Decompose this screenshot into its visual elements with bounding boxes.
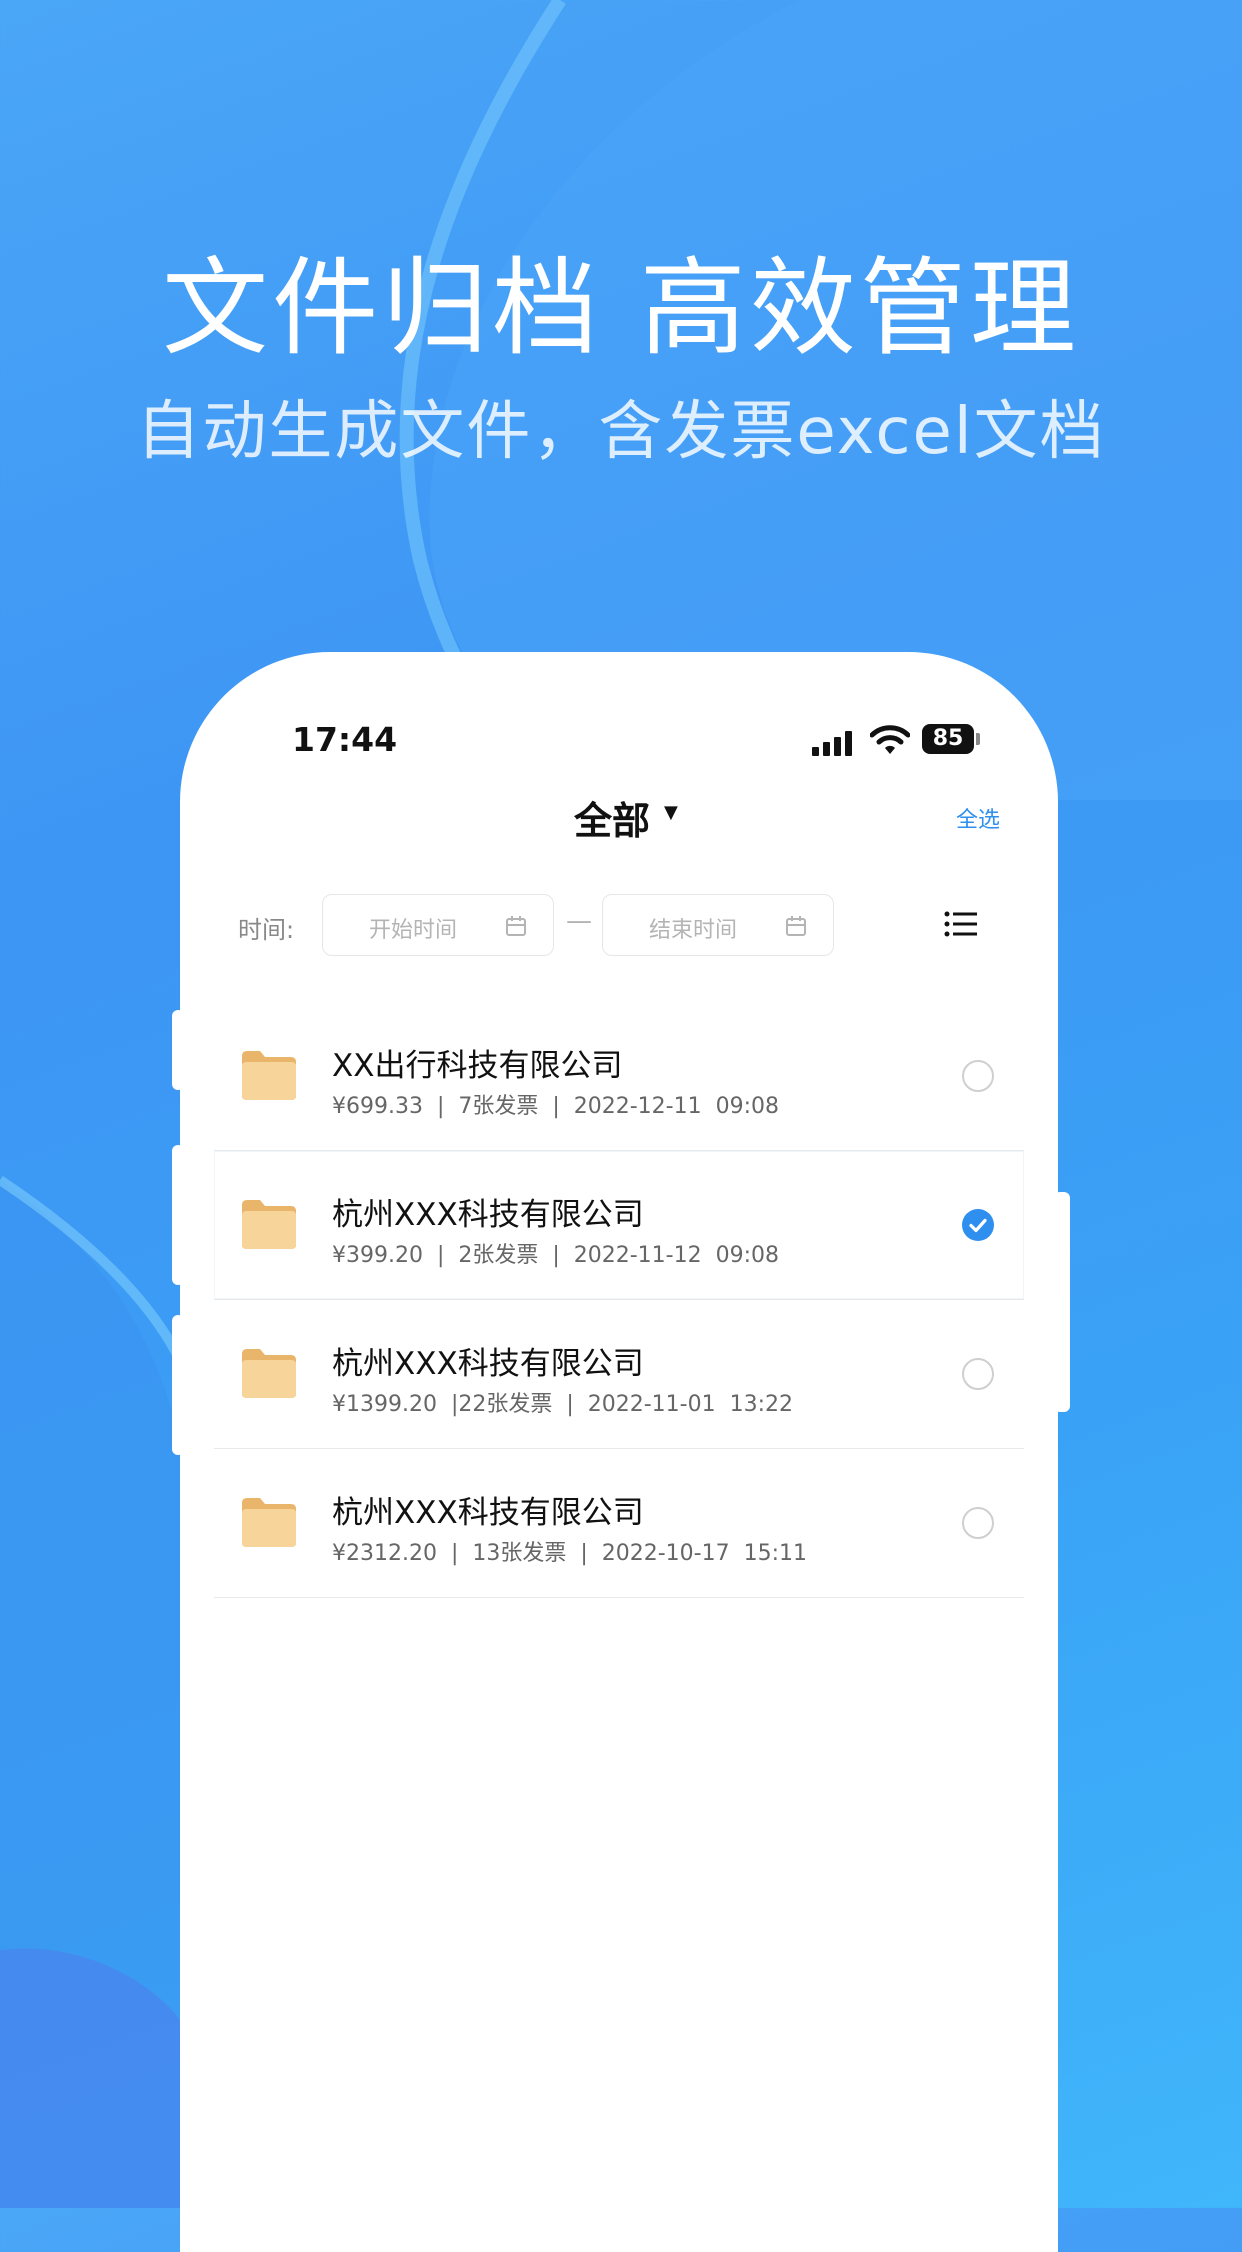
calendar-icon bbox=[786, 916, 806, 936]
select-radio-checked[interactable] bbox=[962, 1209, 994, 1241]
status-bar: 17:44 85 bbox=[180, 720, 1058, 768]
promo-headline: 文件归档 高效管理 bbox=[162, 247, 1080, 370]
file-list: XX出行科技有限公司 ¥699.33 | 7张发票 | 2022-12-11 0… bbox=[214, 1002, 1024, 1598]
wifi-icon bbox=[870, 725, 910, 754]
folder-icon bbox=[242, 1200, 296, 1249]
folder-icon bbox=[242, 1051, 296, 1100]
file-name: XX出行科技有限公司 bbox=[332, 1048, 623, 1084]
file-meta: ¥1399.20 |22张发票 | 2022-11-01 13:22 bbox=[332, 1392, 793, 1417]
file-row[interactable]: 杭州XXX科技有限公司 ¥399.20 | 2张发票 | 2022-11-12 … bbox=[214, 1151, 1024, 1300]
caret-down-icon[interactable]: ▼ bbox=[664, 802, 678, 823]
file-meta: ¥399.20 | 2张发票 | 2022-11-12 09:08 bbox=[332, 1243, 779, 1268]
battery-icon: 85 bbox=[922, 724, 974, 754]
select-radio[interactable] bbox=[962, 1358, 994, 1390]
status-time: 17:44 bbox=[292, 720, 398, 759]
file-name: 杭州XXX科技有限公司 bbox=[332, 1197, 644, 1233]
file-row[interactable]: XX出行科技有限公司 ¥699.33 | 7张发票 | 2022-12-11 0… bbox=[214, 1002, 1024, 1151]
end-date-placeholder: 结束时间 bbox=[649, 918, 738, 943]
phone-screen: 17:44 85 全部 ▼ 全选 时间: 开始时间 — 结束时间 XX出行科技有… bbox=[180, 652, 1058, 2252]
calendar-icon bbox=[506, 916, 526, 936]
start-date-input[interactable]: 开始时间 bbox=[322, 894, 554, 956]
file-name: 杭州XXX科技有限公司 bbox=[332, 1495, 644, 1531]
time-filter: 时间: 开始时间 — 结束时间 bbox=[180, 892, 1058, 962]
cellular-signal-icon bbox=[812, 730, 856, 756]
file-row[interactable]: 杭州XXX科技有限公司 ¥1399.20 |22张发票 | 2022-11-01… bbox=[214, 1300, 1024, 1449]
folder-icon bbox=[242, 1349, 296, 1398]
promo-subheadline: 自动生成文件，含发票excel文档 bbox=[136, 395, 1106, 469]
time-filter-label: 时间: bbox=[238, 916, 295, 944]
file-row[interactable]: 杭州XXX科技有限公司 ¥2312.20 | 13张发票 | 2022-10-1… bbox=[214, 1449, 1024, 1598]
end-date-input[interactable]: 结束时间 bbox=[602, 894, 834, 956]
select-radio[interactable] bbox=[962, 1507, 994, 1539]
date-range-separator: — bbox=[566, 906, 592, 936]
file-meta: ¥699.33 | 7张发票 | 2022-12-11 09:08 bbox=[332, 1094, 779, 1119]
navigation-bar: 全部 ▼ 全选 bbox=[180, 782, 1058, 852]
select-radio[interactable] bbox=[962, 1060, 994, 1092]
start-date-placeholder: 开始时间 bbox=[369, 918, 458, 943]
checkmark-icon bbox=[969, 1218, 987, 1233]
file-meta: ¥2312.20 | 13张发票 | 2022-10-17 15:11 bbox=[332, 1541, 807, 1566]
folder-icon bbox=[242, 1498, 296, 1547]
list-view-icon[interactable] bbox=[944, 910, 978, 938]
battery-tip bbox=[976, 733, 980, 745]
file-name: 杭州XXX科技有限公司 bbox=[332, 1346, 644, 1382]
select-all-button[interactable]: 全选 bbox=[956, 802, 1000, 834]
category-dropdown-title[interactable]: 全部 bbox=[574, 790, 650, 845]
